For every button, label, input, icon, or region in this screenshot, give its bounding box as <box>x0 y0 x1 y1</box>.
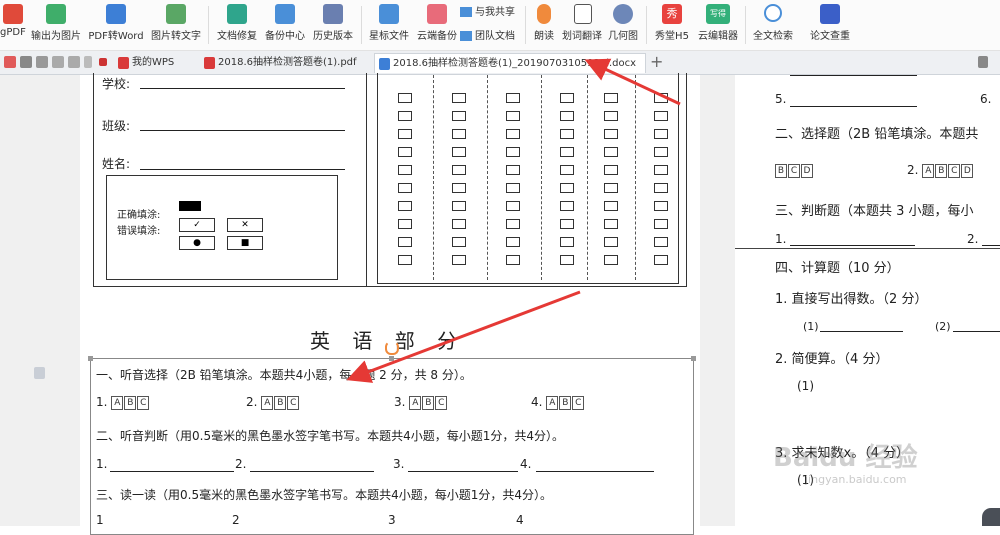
arrow-to-tab <box>584 58 681 106</box>
arrow-to-text <box>346 290 581 383</box>
annotation-arrows <box>346 58 681 383</box>
